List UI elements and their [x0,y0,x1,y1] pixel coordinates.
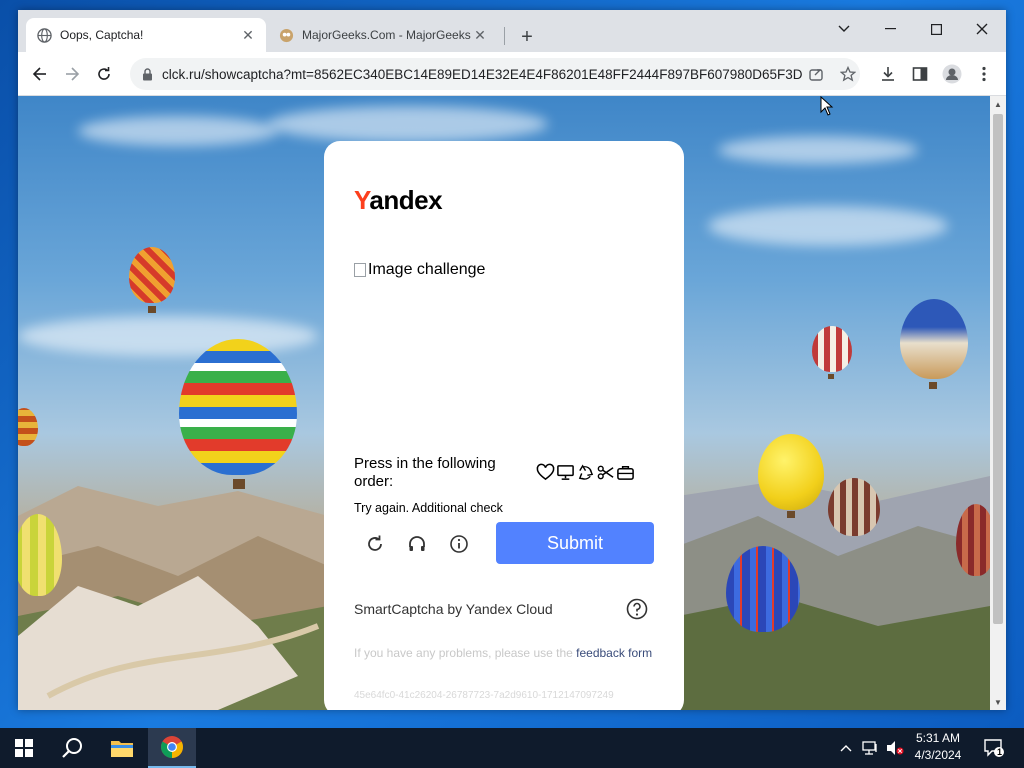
minimize-button[interactable] [870,14,910,44]
image-challenge[interactable]: Image challenge [354,261,485,279]
taskbar-clock[interactable]: 5:31 AM 4/3/2024 [900,730,976,766]
image-alt-text: Image challenge [368,261,486,278]
captcha-card: Yandex Image challenge Press in the foll… [324,141,684,710]
balloon-basket [148,306,156,313]
page-scrollbar[interactable]: ▲ ▼ [990,96,1006,710]
url-text: clck.ru/showcaptcha?mt=8562EC340EBC14E89… [162,66,802,82]
tray-expand-chevron-icon[interactable] [836,728,856,768]
network-icon[interactable] [860,728,882,768]
notification-count-badge: 1 [997,747,1003,757]
feedback-form-link[interactable]: feedback form [576,646,652,660]
scroll-up-arrow-icon[interactable]: ▲ [990,96,1006,112]
bookmark-star-icon[interactable] [834,60,862,88]
background-cloud [18,316,318,356]
hot-air-balloon [18,408,38,446]
address-bar[interactable]: clck.ru/showcaptcha?mt=8562EC340EBC14E89… [130,58,860,90]
browser-toolbar: clck.ru/showcaptcha?mt=8562EC340EBC14E89… [18,52,1006,96]
search-button[interactable] [48,728,96,768]
logo-rest: andex [369,185,443,215]
back-button[interactable] [26,60,54,88]
share-icon[interactable] [802,60,830,88]
tab-search-icon[interactable] [824,14,864,44]
folder-icon [111,741,133,757]
hot-air-balloon [956,504,990,576]
side-panel-icon[interactable] [906,60,934,88]
hot-air-balloon [179,339,297,475]
lock-icon[interactable] [140,67,154,81]
captcha-token: 45e64fc0-41c26204-26787723-7a2d9610-1712… [354,690,614,701]
search-icon [62,738,82,758]
captcha-error-text: Try again. Additional check [354,501,503,515]
profile-avatar[interactable] [938,60,966,88]
globe-icon [36,27,52,43]
smartcaptcha-brand: SmartCaptcha by Yandex Cloud [354,601,553,617]
clock-time: 5:31 AM [915,731,961,745]
feedback-text: If you have any problems, please use the… [354,645,654,661]
hot-air-balloon [812,326,852,372]
tab-majorgeeks[interactable]: MajorGeeks.Com - MajorGeeks ✕ [268,18,498,52]
balloon-basket [828,374,834,379]
balloon-basket [233,479,245,489]
taskbar: 5:31 AM 4/3/2024 1 [0,728,1024,768]
info-icon[interactable] [444,529,474,559]
balloon-basket [787,511,795,518]
new-tab-button[interactable]: + [514,24,540,50]
start-button[interactable] [0,728,48,768]
browser-window: Oops, Captcha! ✕ MajorGeeks.Com - MajorG… [18,10,1006,710]
briefcase-icon [617,466,634,480]
background-cloud [718,136,918,164]
background-cloud [78,116,278,146]
tab-close-icon[interactable]: ✕ [472,27,488,43]
hot-air-balloon [758,434,824,510]
balloon-basket [929,382,937,389]
feedback-prefix: If you have any problems, please use the [354,646,577,660]
submit-button[interactable]: Submit [496,522,654,564]
captcha-instruction: Press in the following order: [354,455,496,490]
refresh-icon[interactable] [360,529,390,559]
hot-air-balloon [828,478,880,536]
scroll-thumb[interactable] [993,114,1003,624]
hot-air-balloon [129,247,175,303]
tab-close-icon[interactable]: ✕ [240,27,256,43]
icon-sequence [536,463,635,482]
broken-image-icon [354,263,366,277]
windows-logo-icon [15,739,33,757]
tab-separator [504,27,505,45]
help-question-icon[interactable] [626,598,648,620]
reload-button[interactable] [90,60,118,88]
chrome-icon [161,736,183,758]
chrome-taskbar-button[interactable] [148,728,196,768]
background-cloud [268,106,548,142]
clock-date: 4/3/2024 [914,748,962,762]
hot-air-balloon [726,546,800,632]
logo-letter: Y [354,185,370,215]
scissors-icon [597,465,614,480]
maximize-button[interactable] [916,14,956,44]
background-cloud [708,206,948,246]
forward-button[interactable] [58,60,86,88]
tab-title: MajorGeeks.Com - MajorGeeks [302,28,471,42]
tab-strip: Oops, Captcha! ✕ MajorGeeks.Com - MajorG… [18,10,1006,52]
menu-dots-icon[interactable] [970,60,998,88]
file-explorer-button[interactable] [98,728,146,768]
majorgeeks-icon [278,27,294,43]
heart-icon [536,463,555,481]
audio-headphones-icon[interactable] [402,529,432,559]
page-viewport: Yandex Image challenge Press in the foll… [18,96,990,710]
hot-air-balloon [900,299,968,379]
notification-center-button[interactable]: 1 [980,728,1008,768]
mouse-cursor-icon [820,96,834,116]
recycle-icon [578,464,594,480]
tab-oops-captcha[interactable]: Oops, Captcha! ✕ [26,18,266,52]
tab-title: Oops, Captcha! [60,28,144,42]
yandex-logo: Yandex [354,185,443,216]
close-window-button[interactable] [962,14,1002,44]
download-icon[interactable] [874,60,902,88]
monitor-icon [557,465,574,480]
scroll-down-arrow-icon[interactable]: ▼ [990,694,1006,710]
